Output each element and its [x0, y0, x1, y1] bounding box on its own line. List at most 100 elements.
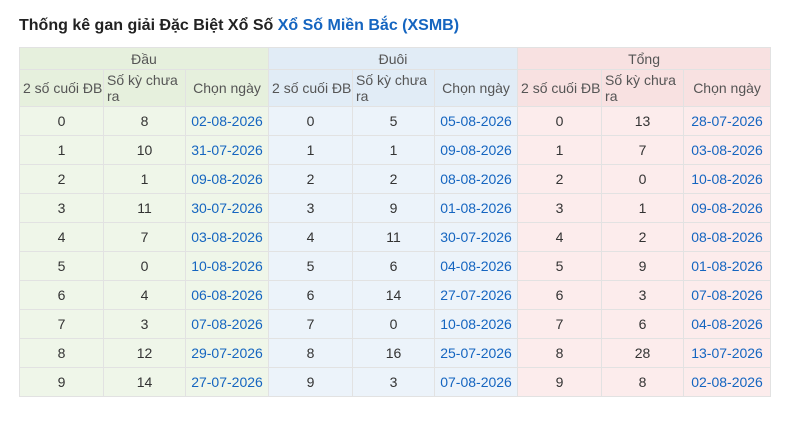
duoi-date-cell: 05-08-2026	[434, 106, 519, 136]
tong-count-cell: 1	[601, 193, 685, 223]
date-link[interactable]: 03-08-2026	[191, 229, 263, 245]
dau-count-cell: 7	[103, 222, 186, 252]
col-header-date: Chọn ngày	[683, 69, 772, 107]
date-link[interactable]: 10-08-2026	[440, 316, 512, 332]
tong-number-cell: 0	[517, 106, 603, 136]
duoi-date-cell: 08-08-2026	[434, 164, 519, 194]
dau-count-cell: 8	[103, 106, 186, 136]
tong-date-cell: 04-08-2026	[683, 309, 772, 339]
duoi-date-cell: 01-08-2026	[434, 193, 519, 223]
col-header-count: Số kỳ chưa ra	[103, 69, 186, 107]
date-link[interactable]: 30-07-2026	[440, 229, 512, 245]
duoi-number-cell: 9	[268, 367, 354, 397]
col-header-number: 2 số cuối ĐB	[268, 69, 354, 107]
tong-date-cell: 13-07-2026	[683, 338, 772, 368]
col-header-date: Chọn ngày	[434, 69, 519, 107]
date-link[interactable]: 29-07-2026	[191, 345, 263, 361]
dau-date-cell: 29-07-2026	[184, 338, 270, 368]
duoi-count-cell: 2	[352, 164, 436, 194]
xsmb-link[interactable]: Xổ Số Miền Bắc (XSMB)	[278, 17, 459, 34]
dau-count-cell: 3	[103, 309, 186, 339]
date-link[interactable]: 01-08-2026	[691, 258, 763, 274]
duoi-date-cell: 27-07-2026	[434, 280, 519, 310]
tong-date-cell: 02-08-2026	[683, 367, 772, 397]
date-link[interactable]: 01-08-2026	[440, 200, 512, 216]
dau-date-cell: 06-08-2026	[184, 280, 270, 310]
duoi-number-cell: 6	[268, 280, 354, 310]
dau-number-cell: 5	[19, 251, 104, 281]
date-link[interactable]: 08-08-2026	[691, 229, 763, 245]
duoi-number-cell: 8	[268, 338, 354, 368]
tong-count-cell: 7	[601, 135, 685, 165]
dau-count-cell: 14	[103, 367, 186, 397]
tong-date-cell: 08-08-2026	[683, 222, 772, 252]
date-link[interactable]: 03-08-2026	[691, 142, 763, 158]
tong-count-cell: 2	[601, 222, 685, 252]
duoi-count-cell: 3	[352, 367, 436, 397]
dau-count-cell: 12	[103, 338, 186, 368]
duoi-date-cell: 09-08-2026	[434, 135, 519, 165]
dau-number-cell: 1	[19, 135, 104, 165]
tong-count-cell: 9	[601, 251, 685, 281]
date-link[interactable]: 09-08-2026	[440, 142, 512, 158]
date-link[interactable]: 25-07-2026	[440, 345, 512, 361]
duoi-count-cell: 14	[352, 280, 436, 310]
tong-date-cell: 07-08-2026	[683, 280, 772, 310]
table-row: 1 10 31-07-2026 1 1 09-08-2026 1 7 03-08-2026	[19, 135, 772, 165]
date-link[interactable]: 02-08-2026	[191, 113, 263, 129]
duoi-count-cell: 16	[352, 338, 436, 368]
date-link[interactable]: 07-08-2026	[191, 316, 263, 332]
date-link[interactable]: 10-08-2026	[691, 171, 763, 187]
date-link[interactable]: 30-07-2026	[191, 200, 263, 216]
date-link[interactable]: 06-08-2026	[191, 287, 263, 303]
duoi-count-cell: 0	[352, 309, 436, 339]
tong-number-cell: 8	[517, 338, 603, 368]
dau-date-cell: 02-08-2026	[184, 106, 270, 136]
date-link[interactable]: 08-08-2026	[440, 171, 512, 187]
tong-number-cell: 9	[517, 367, 603, 397]
date-link[interactable]: 07-08-2026	[440, 374, 512, 390]
date-link[interactable]: 05-08-2026	[440, 113, 512, 129]
col-header-number: 2 số cuối ĐB	[19, 69, 104, 107]
tong-count-cell: 8	[601, 367, 685, 397]
group-header-dau: Đầu	[18, 47, 270, 70]
duoi-number-cell: 7	[268, 309, 354, 339]
date-link[interactable]: 13-07-2026	[691, 345, 763, 361]
dau-count-cell: 11	[103, 193, 186, 223]
tong-count-cell: 13	[601, 106, 685, 136]
duoi-number-cell: 2	[268, 164, 354, 194]
dau-date-cell: 27-07-2026	[184, 367, 270, 397]
duoi-count-cell: 9	[352, 193, 436, 223]
table-row: 6 4 06-08-2026 6 14 27-07-2026 6 3 07-08-2026	[19, 280, 772, 310]
group-header-duoi: Đuôi	[268, 47, 519, 70]
dau-number-cell: 7	[19, 309, 104, 339]
table-row: 8 12 29-07-2026 8 16 25-07-2026 8 28 13-07-2026	[19, 338, 772, 368]
dau-date-cell: 10-08-2026	[184, 251, 270, 281]
tong-date-cell: 01-08-2026	[683, 251, 772, 281]
col-header-number: 2 số cuối ĐB	[517, 69, 603, 107]
table-row: 9 14 27-07-2026 9 3 07-08-2026 9 8 02-08-2026	[19, 367, 772, 397]
date-link[interactable]: 31-07-2026	[191, 142, 263, 158]
duoi-number-cell: 4	[268, 222, 354, 252]
sub-header-row: 2 số cuối ĐB Số kỳ chưa ra Chọn ngày 2 s…	[19, 69, 772, 107]
dau-count-cell: 1	[103, 164, 186, 194]
date-link[interactable]: 07-08-2026	[691, 287, 763, 303]
date-link[interactable]: 10-08-2026	[191, 258, 263, 274]
dau-number-cell: 0	[19, 106, 104, 136]
dau-count-cell: 4	[103, 280, 186, 310]
dau-date-cell: 07-08-2026	[184, 309, 270, 339]
date-link[interactable]: 04-08-2026	[691, 316, 763, 332]
date-link[interactable]: 02-08-2026	[691, 374, 763, 390]
date-link[interactable]: 28-07-2026	[691, 113, 763, 129]
tong-date-cell: 28-07-2026	[683, 106, 772, 136]
date-link[interactable]: 27-07-2026	[191, 374, 263, 390]
date-link[interactable]: 09-08-2026	[191, 171, 263, 187]
tong-count-cell: 6	[601, 309, 685, 339]
date-link[interactable]: 09-08-2026	[691, 200, 763, 216]
date-link[interactable]: 04-08-2026	[440, 258, 512, 274]
group-header-row: Đầu Đuôi Tổng	[18, 47, 772, 70]
table-row: 0 8 02-08-2026 0 5 05-08-2026 0 13 28-07-2026	[19, 106, 772, 136]
date-link[interactable]: 27-07-2026	[440, 287, 512, 303]
tong-number-cell: 2	[517, 164, 603, 194]
dau-number-cell: 4	[19, 222, 104, 252]
